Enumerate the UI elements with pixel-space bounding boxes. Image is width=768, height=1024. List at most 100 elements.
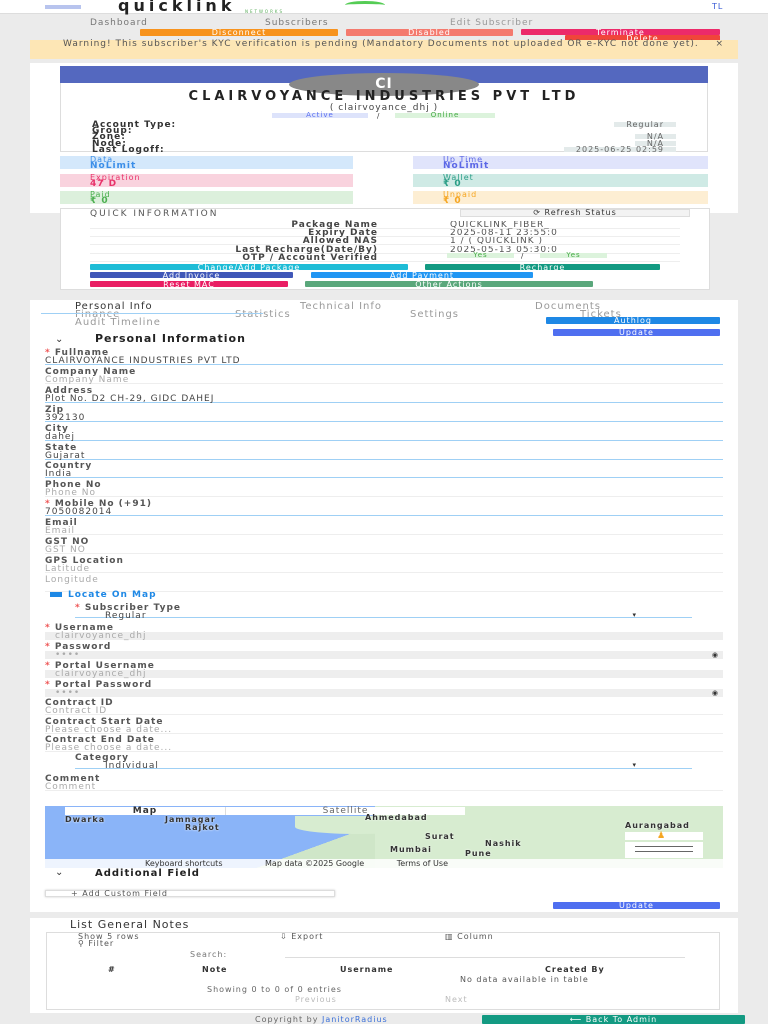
terms-link[interactable]: Terms of Use — [397, 859, 448, 868]
reset-mac-button[interactable]: Reset MAC — [90, 281, 288, 287]
field-label: State — [45, 442, 78, 453]
field-value: GST NO — [45, 545, 86, 555]
category-select[interactable]: Category Individual ▾ — [75, 752, 692, 771]
field-address[interactable]: Address Plot No. D2 CH-29, GIDC DAHEJ — [45, 385, 723, 403]
refresh-status-button[interactable]: ⟳ Refresh Status — [460, 209, 690, 217]
field-state[interactable]: State Gujarat — [45, 442, 723, 460]
back-to-admin-button[interactable]: ⟵ Back To Admin — [482, 1015, 745, 1024]
update-button-bottom[interactable]: Update — [553, 902, 720, 909]
export-label: Export — [291, 932, 324, 941]
field-gps-location[interactable]: GPS Location Latitude — [45, 555, 723, 573]
stat-unpaid: Unpaid ₹ 0 — [413, 191, 708, 206]
export-icon: ⇩ — [280, 932, 292, 941]
collapse-chevron-icon[interactable]: ⌄ — [55, 868, 64, 878]
zoom-control[interactable] — [625, 842, 703, 858]
update-button-top[interactable]: Update — [553, 329, 720, 336]
field-password[interactable]: * Password •••• ◉ — [45, 641, 723, 660]
keyboard-shortcuts-link[interactable]: Keyboard shortcuts — [145, 859, 222, 868]
field-contract-end-date[interactable]: Contract End Date Please choose a date... — [45, 734, 723, 753]
arrow-left-icon: ⟵ — [569, 1015, 586, 1024]
satellite-tab[interactable]: Satellite — [225, 807, 465, 816]
add-custom-field-button[interactable]: + Add Custom Field — [45, 890, 335, 898]
subscriber-type-select[interactable]: * Subscriber Type Regular ▾ — [75, 602, 692, 621]
field-contract-id[interactable]: Contract ID Contract ID — [45, 697, 723, 716]
disconnect-button[interactable]: Disconnect — [140, 29, 338, 36]
field-value: •••• — [45, 689, 723, 698]
field-mobile-no-[interactable]: * Mobile No (+91) 7050082014 — [45, 498, 723, 517]
street-view-pegman-icon[interactable]: ♟ — [625, 832, 703, 841]
collapse-chevron-icon[interactable]: ⌄ — [55, 335, 64, 345]
col-index[interactable]: # — [108, 966, 116, 974]
field-label: * Username — [45, 623, 115, 633]
other-actions-button[interactable]: Other Actions — [305, 281, 593, 287]
authlog-button[interactable]: Authlog — [546, 317, 720, 324]
field-label: Email — [45, 518, 78, 529]
top-header: quicklink NETWORKS TL — [0, 0, 768, 14]
active-badge: Active — [272, 112, 368, 119]
map-view[interactable]: Map Satellite Dwarka Jamnagar Rajkot Ahmeda… — [45, 806, 723, 868]
field-username[interactable]: * Username clairvoyance_dhj — [45, 622, 723, 641]
field-phone-no[interactable]: Phone No Phone No — [45, 479, 723, 498]
add-invoice-button[interactable]: Add Invoice — [90, 272, 293, 278]
quick-info-label: OTP / Account Verified — [242, 252, 378, 263]
online-badge: Online — [395, 112, 495, 119]
menu-toggle-icon[interactable] — [45, 5, 81, 9]
col-username[interactable]: Username — [340, 966, 393, 974]
chevron-down-icon: ▾ — [632, 611, 637, 619]
eye-icon[interactable]: ◉ — [712, 689, 719, 697]
stat-value: ₹ 0 — [443, 196, 462, 206]
field-value: clairvoyance_dhj — [45, 670, 723, 679]
tab-settings[interactable]: Settings — [410, 310, 459, 320]
field-gst-no[interactable]: GST NO GST NO — [45, 536, 723, 555]
add-payment-button[interactable]: Add Payment — [311, 272, 533, 278]
field-value: clairvoyance_dhj — [45, 632, 723, 641]
field-label: Phone No — [45, 480, 102, 491]
close-icon[interactable]: × — [715, 40, 724, 49]
col-note[interactable]: Note — [202, 966, 227, 974]
comment-field[interactable]: Comment Comment — [45, 773, 723, 792]
field-value: Please choose a date... — [45, 724, 173, 735]
field-portal-password[interactable]: * Portal Password •••• ◉ — [45, 679, 723, 698]
locate-on-map-label[interactable]: Locate On Map — [68, 591, 157, 600]
col-created-by[interactable]: Created By — [545, 966, 605, 974]
map-place-label: Pune — [465, 849, 492, 858]
logo[interactable]: quicklink — [118, 0, 235, 14]
field-email[interactable]: Email Email — [45, 517, 723, 536]
field-country[interactable]: Country India — [45, 460, 723, 479]
breadcrumb-dashboard[interactable]: Dashboard — [90, 19, 148, 28]
search-input[interactable] — [285, 957, 685, 958]
previous-button[interactable]: Previous — [295, 996, 337, 1004]
field-portal-username[interactable]: * Portal Username clairvoyance_dhj — [45, 660, 723, 679]
breadcrumb-subscribers[interactable]: Subscribers — [265, 19, 329, 28]
brand-link[interactable]: JanitorRadius — [322, 1015, 388, 1024]
map-place-label: Ahmedabad — [365, 813, 428, 822]
tab-technical-info[interactable]: Technical Info — [300, 302, 382, 312]
filter-button[interactable]: ⚲ Filter — [78, 940, 114, 948]
field-value: Comment — [45, 782, 97, 792]
locate-map-checkbox[interactable] — [50, 592, 62, 597]
recharge-button[interactable]: Recharge — [425, 264, 660, 270]
change-package-button[interactable]: Change/Add Package — [90, 264, 408, 270]
disabled-button[interactable]: Disabled — [346, 29, 513, 36]
next-button[interactable]: Next — [445, 996, 468, 1004]
field-city[interactable]: City dahej — [45, 423, 723, 441]
field-company-name[interactable]: Company Name Company Name — [45, 366, 723, 384]
user-menu[interactable]: TL — [712, 3, 723, 11]
field-zip[interactable]: Zip 392130 — [45, 404, 723, 422]
field-label: * Subscriber Type — [75, 603, 181, 613]
quick-info-value: 1 / ( QUICKLINK ) — [450, 237, 544, 246]
field-label: Category — [75, 753, 130, 763]
subscriber-username: ( clairvoyance_dhj ) — [329, 103, 439, 113]
field-contract-start-date[interactable]: Contract Start Date Please choose a date.… — [45, 716, 723, 734]
eye-icon[interactable]: ◉ — [712, 651, 719, 659]
tab-audit-timeline[interactable]: Audit Timeline — [75, 318, 161, 328]
column-button[interactable]: ▥ Column — [445, 933, 494, 941]
verified-badge: Yes — [540, 252, 607, 259]
subscriber-name: CLAIRVOYANCE INDUSTRIES PVT LTD — [188, 89, 580, 104]
otp-badge: Yes — [447, 252, 514, 259]
stat-expiration: Expiration 47 D — [60, 173, 353, 188]
map-tab[interactable]: Map — [65, 807, 225, 816]
field-fullname[interactable]: * Fullname CLAIRVOYANCE INDUSTRIES PVT LT… — [45, 347, 723, 366]
field-label: Zip — [45, 404, 65, 415]
export-button[interactable]: ⇩ Export — [280, 933, 323, 941]
